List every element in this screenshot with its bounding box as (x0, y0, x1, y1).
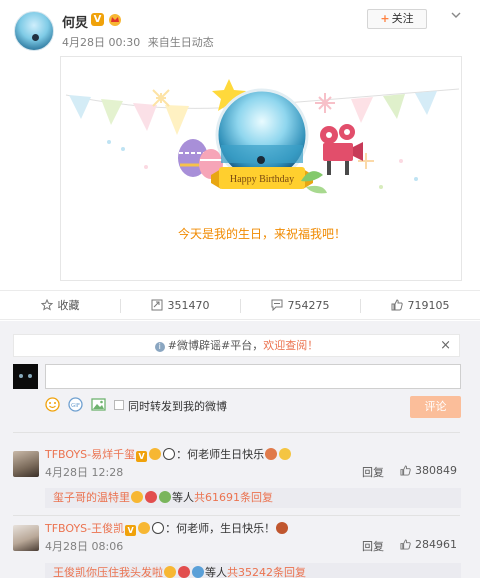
comment-like-button[interactable]: 284961 (400, 538, 457, 551)
badge-icon (178, 566, 190, 578)
repost-icon (151, 299, 162, 311)
post-source[interactable]: 生日动态 (170, 36, 214, 49)
source-prefix: 来自 (147, 36, 170, 49)
comment-button[interactable]: 754275 (240, 291, 360, 319)
author-avatar[interactable] (14, 11, 54, 51)
plus-icon: + (380, 12, 390, 25)
comment-text: ：何老师生日快乐 (176, 448, 265, 461)
like-count: 719105 (407, 298, 450, 312)
birthday-illustration: Happy Birthday (65, 79, 460, 194)
comment-input[interactable] (45, 364, 461, 389)
gif-icon[interactable]: GIF (68, 397, 83, 412)
verified-v-icon: V (136, 451, 148, 462)
post-header: 何炅 V 4月28日 00:30 来自生日动态 + 关注 (0, 0, 480, 56)
reply-summary[interactable]: 王俊凯你压住我头发啦 等人共35242条回复 (45, 563, 461, 578)
notice-text: #微博辟谣#平台， (167, 339, 264, 352)
emoji-icon[interactable] (45, 397, 60, 412)
vip-crown-icon (149, 448, 162, 460)
reply-count[interactable]: 共35242条回复 (227, 566, 306, 578)
panda-emoji-icon (163, 448, 176, 460)
comment-username[interactable]: TFBOYS-王俊凯 (45, 522, 124, 535)
notice-highlight: 欢迎查阅！ (263, 339, 319, 352)
repost-button[interactable]: 351470 (120, 291, 240, 319)
commenter-avatar[interactable] (13, 525, 39, 551)
reply-summary[interactable]: 玺子哥的温特里 等人共61691条回复 (45, 488, 461, 508)
like-button[interactable]: 719105 (360, 291, 480, 319)
reply-count[interactable]: 共61691条回复 (194, 491, 273, 504)
repost-count: 351470 (167, 298, 210, 312)
current-user-avatar (13, 364, 38, 389)
cake-emoji-icon (265, 448, 278, 460)
vip-crown-icon (138, 522, 151, 534)
comment-time: 4月28日 12:28 (45, 466, 124, 479)
star-icon (40, 299, 53, 311)
author-name[interactable]: 何炅 (62, 12, 88, 31)
submit-comment-button[interactable]: 评论 (410, 396, 461, 418)
cake-emoji-icon (276, 522, 289, 534)
emoji-icon (159, 491, 171, 503)
follow-label: 关注 (391, 12, 414, 25)
comment-username[interactable]: TFBOYS-易烊千玺 (45, 448, 135, 461)
thumbs-up-icon (391, 299, 403, 311)
verified-v-icon: V (125, 525, 137, 536)
sync-repost-checkbox[interactable] (114, 400, 124, 410)
vip-crown-icon (131, 491, 143, 503)
reply-summary-mid: 等人 (205, 566, 227, 578)
comment-text: ：何老师，生日快乐！ (165, 522, 276, 535)
reply-username[interactable]: 玺子哥的温特里 (53, 491, 130, 504)
divider (13, 515, 460, 516)
vip-crown-icon (164, 566, 176, 578)
thumbs-up-icon (400, 465, 411, 476)
comment-icon (271, 299, 282, 311)
post-meta: 4月28日 00:30 来自生日动态 (62, 34, 218, 50)
comment-like-button[interactable]: 380849 (400, 464, 457, 477)
badge-icon (145, 491, 157, 503)
rumor-notice[interactable]: i #微博辟谣#平台，欢迎查阅！ × (13, 334, 460, 357)
post-time[interactable]: 4月28日 00:30 (62, 36, 140, 49)
reply-button[interactable]: 回复 (362, 538, 384, 554)
comment-time: 4月28日 08:06 (45, 540, 124, 553)
divider (13, 432, 460, 433)
comment-line: TFBOYS-王俊凯 V ：何老师，生日快乐！ (45, 520, 289, 536)
action-bar: 收藏 351470 754275 719105 (0, 290, 480, 320)
comments-section: i#微博辟谣#平台，欢迎查阅！ × GIF 同时转发到我的微博 评论 TFBO (0, 321, 480, 578)
favorite-label: 收藏 (57, 299, 80, 312)
comment-like-count: 380849 (415, 464, 457, 477)
svg-text:GIF: GIF (71, 403, 80, 409)
birthday-card[interactable]: Happy Birthday 今天是我的生日，来祝福我吧！ (60, 56, 462, 281)
close-icon[interactable]: × (440, 339, 451, 352)
comment-like-count: 284961 (415, 538, 457, 551)
commenter-avatar[interactable] (13, 451, 39, 477)
chevron-down-icon[interactable] (450, 9, 462, 21)
verified-v-icon: V (91, 13, 104, 26)
reply-summary-mid: 等人 (172, 491, 194, 504)
panda-emoji-icon (152, 522, 165, 534)
comment-line: TFBOYS-易烊千玺 V ：何老师生日快乐 (45, 446, 292, 462)
favorite-button[interactable]: 收藏 (0, 291, 120, 319)
hug-emoji-icon (279, 448, 292, 460)
reply-button[interactable]: 回复 (362, 464, 384, 480)
follow-button[interactable]: + 关注 (367, 9, 427, 29)
weibo-post-page: 何炅 V 4月28日 00:30 来自生日动态 + 关注 Happy Birth… (0, 0, 480, 578)
comment-count: 754275 (287, 298, 330, 312)
happy-birthday-banner: Happy Birthday (230, 174, 294, 185)
image-icon[interactable] (91, 397, 106, 412)
reply-username[interactable]: 王俊凯你压住我头发啦 (53, 566, 163, 578)
birthday-message: 今天是我的生日，来祝福我吧！ (177, 227, 346, 241)
emoji-icon (192, 566, 204, 578)
vip-crown-icon (109, 14, 121, 26)
sync-repost-label: 同时转发到我的微博 (128, 400, 227, 413)
info-icon: i (154, 342, 165, 352)
thumbs-up-icon (400, 539, 411, 550)
